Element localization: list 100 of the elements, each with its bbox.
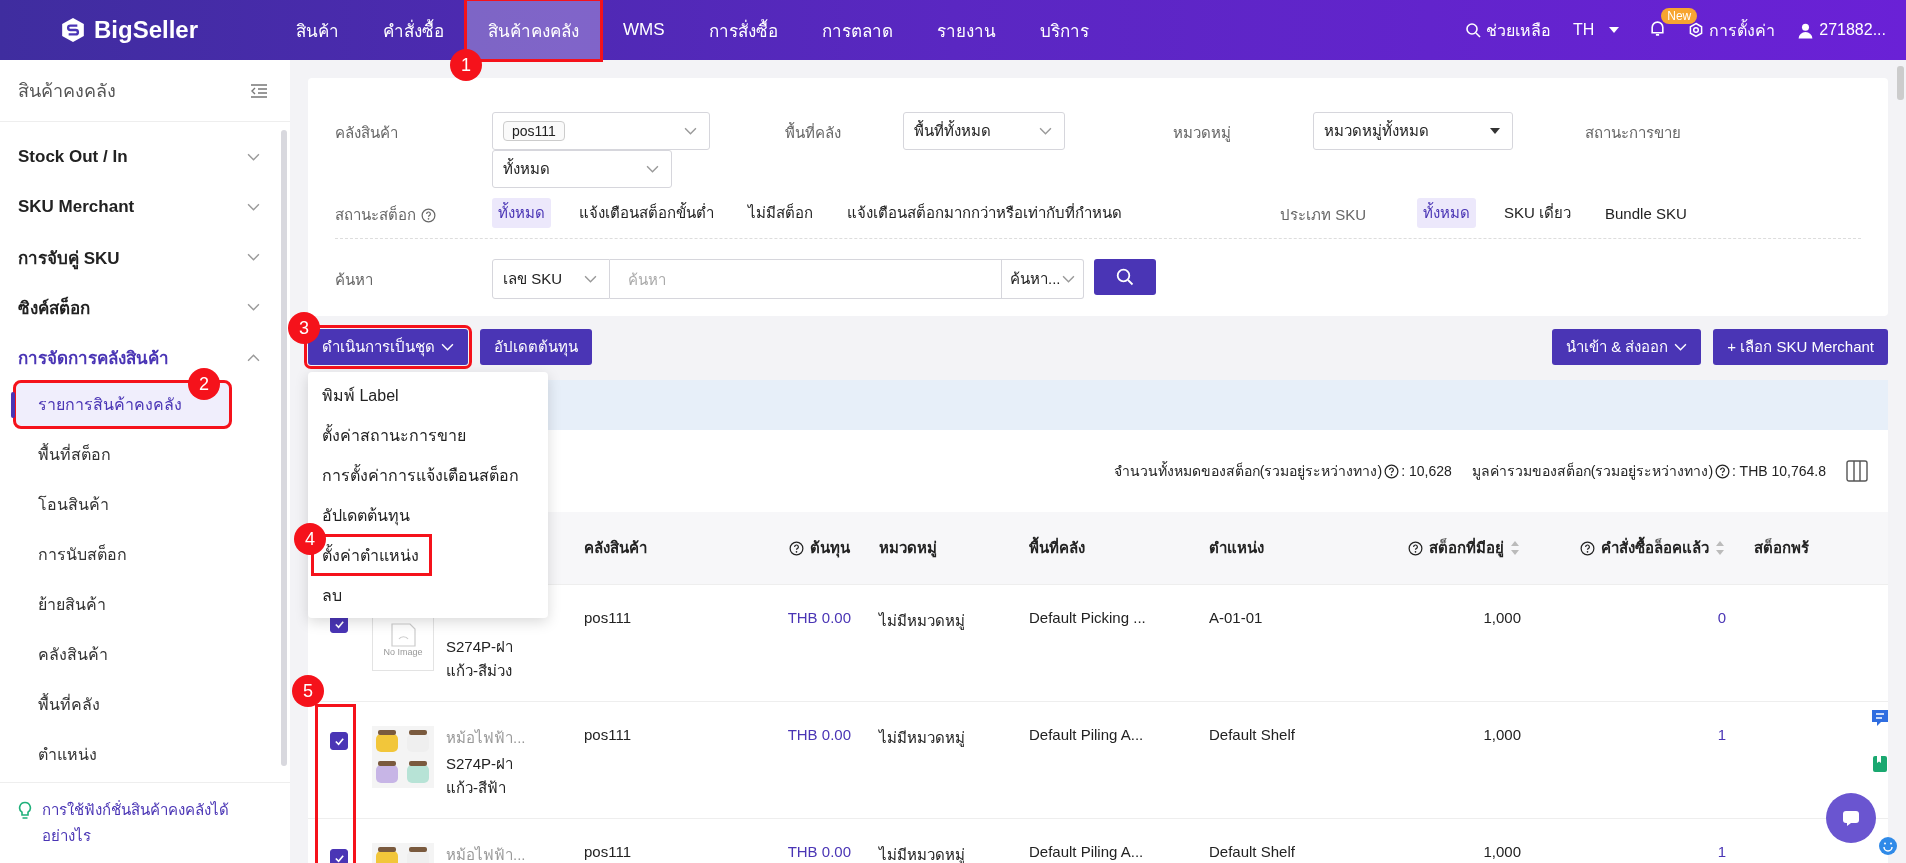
sidebar-item[interactable]: คลังสินค้า <box>4 632 278 677</box>
table-cell: Default Piling A... <box>1029 843 1144 860</box>
sidebar-item[interactable]: พื้นที่คลัง <box>4 682 278 727</box>
import-export-button[interactable]: นำเข้า & ส่งออก <box>1552 329 1702 365</box>
search-icon <box>1464 22 1481 38</box>
filter-label: ค้นหา <box>335 270 374 290</box>
check-icon <box>333 735 345 747</box>
table-cell: THB 0.00 <box>787 843 851 860</box>
filter-option[interactable]: แจ้งเตือนสต็อกมากกว่าหรือเท่ากับที่กำหนด <box>841 198 1128 228</box>
help-icon <box>1384 463 1400 479</box>
filter-option[interactable]: แจ้งเตือนสต็อกขั้นต่ำ <box>573 198 720 228</box>
sidebar-group[interactable]: การจับคู่ SKU <box>0 232 290 282</box>
table-cell: THB 0.00 <box>787 609 851 626</box>
search-type-select[interactable]: เลข SKU <box>492 259 610 299</box>
help-icon <box>1580 540 1595 556</box>
chevron-icon <box>247 302 260 312</box>
table-cell: 1 <box>1717 843 1726 860</box>
menu-item[interactable]: ลบ <box>308 575 548 615</box>
filter-option[interactable]: Bundle SKU <box>1599 201 1693 225</box>
column-header: สต็อกที่มีอยู่ <box>1429 536 1504 560</box>
warehouse-select[interactable]: pos111 <box>492 112 710 150</box>
collapse-menu-icon[interactable] <box>250 82 268 99</box>
table-cell-text: ไม่มีหมวดหมู่ <box>879 728 965 749</box>
menu-item[interactable]: พิมพ์ Label <box>308 375 548 415</box>
table-cell: 1 <box>1717 726 1726 743</box>
smiley-icon[interactable] <box>1878 836 1898 856</box>
book-icon[interactable] <box>1870 754 1890 774</box>
scrollbar[interactable] <box>1897 66 1904 100</box>
columns-icon[interactable] <box>1846 460 1868 482</box>
filter-option[interactable]: ทั้งหมด <box>492 198 551 228</box>
add-sku-button[interactable]: + เลือก SKU Merchant <box>1713 329 1888 365</box>
search-button[interactable] <box>1094 259 1156 295</box>
help-icon <box>1408 540 1423 556</box>
search-mode-select[interactable]: ค้นหา... <box>1002 259 1084 299</box>
row-checkbox[interactable] <box>330 732 348 750</box>
product-sku: S274P-ฝาแก้ว-สีม่วง <box>446 637 515 681</box>
chevron-icon <box>646 164 659 174</box>
filter-option[interactable]: SKU เดี่ยว <box>1498 198 1577 228</box>
sidebar-item[interactable]: โอนสินค้า <box>4 482 278 527</box>
user-menu[interactable]: 271882... <box>1797 21 1886 39</box>
column-header: ตำแหน่ง <box>1209 538 1264 558</box>
settings-icon <box>1688 22 1705 38</box>
filter-label: สถานะการขาย <box>1585 123 1682 143</box>
language-select[interactable]: TH <box>1572 21 1620 39</box>
nav-tab[interactable]: การตลาด <box>799 0 915 60</box>
nav-tab[interactable]: รายงาน <box>914 0 1018 60</box>
sidebar-item[interactable]: พื้นที่สต็อก <box>4 432 278 477</box>
logo-text: BigSeller <box>94 16 199 44</box>
nav-tab[interactable]: บริการ <box>1017 0 1111 60</box>
sale-status-select[interactable]: ทั้งหมด <box>492 150 672 188</box>
bell-icon[interactable] <box>1649 19 1667 37</box>
caret-icon <box>441 342 454 352</box>
filter-label: พื้นที่คลัง <box>785 121 842 143</box>
nav-tab[interactable]: การสั่งซื้อ <box>686 0 800 60</box>
table-cell: 0 <box>1717 609 1726 626</box>
table-cell: Default Picking ... <box>1029 609 1146 626</box>
area-select[interactable]: พื้นที่ทั้งหมด <box>903 112 1065 150</box>
nav-tab[interactable]: WMS <box>601 0 687 60</box>
category-select[interactable]: หมวดหมู่ทั้งหมด <box>1313 112 1513 150</box>
nav-tab[interactable]: สินค้าคงคลัง <box>466 0 601 60</box>
help-link[interactable]: การใช้ฟังก์ชั่นสินค้าคงคลังได้อย่างไร <box>42 797 272 849</box>
filter-label: หมวดหมู่ <box>1173 123 1232 144</box>
summary-label: จำนวนทั้งหมดของสต็อก(รวมอยู่ระหว่างทาง) <box>1113 460 1383 482</box>
summary-label: มูลค่ารวมของสต็อก(รวมอยู่ระหว่างทาง) <box>1471 461 1714 482</box>
filter-option[interactable]: ไม่มีสต็อก <box>742 198 819 228</box>
sidebar-item[interactable]: ตำแหน่ง <box>4 732 278 777</box>
help-link[interactable]: ช่วยเหลือ <box>1464 17 1551 43</box>
sidebar-item[interactable]: การนับสต็อก <box>4 532 278 577</box>
filter-option[interactable]: ทั้งหมด <box>1417 198 1476 228</box>
chat-note-icon[interactable] <box>1870 708 1890 728</box>
caret-icon <box>1674 342 1688 352</box>
column-header: หมวดหมู่ <box>879 538 937 560</box>
row-checkbox[interactable] <box>330 849 348 863</box>
document-icon <box>390 623 416 647</box>
table-cell: 1,000 <box>1483 843 1521 860</box>
scrollbar[interactable] <box>281 130 287 766</box>
callout-badge: 3 <box>288 312 320 344</box>
help-icon <box>1715 463 1731 479</box>
summary-value: : 10,628 <box>1401 463 1452 479</box>
nav-tab[interactable]: สินค้า <box>274 0 361 60</box>
sidebar-group[interactable]: Stock Out / In <box>0 132 290 182</box>
chevron-icon <box>684 126 697 136</box>
check-icon <box>333 618 345 630</box>
chat-icon <box>1841 808 1861 828</box>
new-badge: New <box>1661 7 1698 24</box>
no-image-text: No Image <box>383 647 423 657</box>
menu-item[interactable]: ตั้งค่าสถานะการขาย <box>308 415 548 455</box>
sidebar-item[interactable]: ย้ายสินค้า <box>4 582 278 627</box>
sidebar-group[interactable]: ซิงค์สต็อก <box>0 282 290 332</box>
product-sku: S274P-ฝาแก้ว-สีฟ้า <box>446 754 515 798</box>
sidebar-group[interactable]: SKU Merchant <box>0 182 290 232</box>
help-icon <box>421 207 436 223</box>
check-icon <box>333 852 345 863</box>
menu-item[interactable]: การตั้งค่าการแจ้งเตือนสต็อก <box>308 455 548 495</box>
filter-label: ประเภท SKU <box>1280 205 1367 225</box>
table-cell: pos111 <box>584 609 631 626</box>
update-cost-button[interactable]: อัปเดตต้นทุน <box>480 329 592 365</box>
product-title: หม้อไฟฟ้า... <box>446 729 526 746</box>
column-header: ต้นทุน <box>810 538 850 560</box>
search-field[interactable]: ค้นหา <box>610 259 1002 299</box>
